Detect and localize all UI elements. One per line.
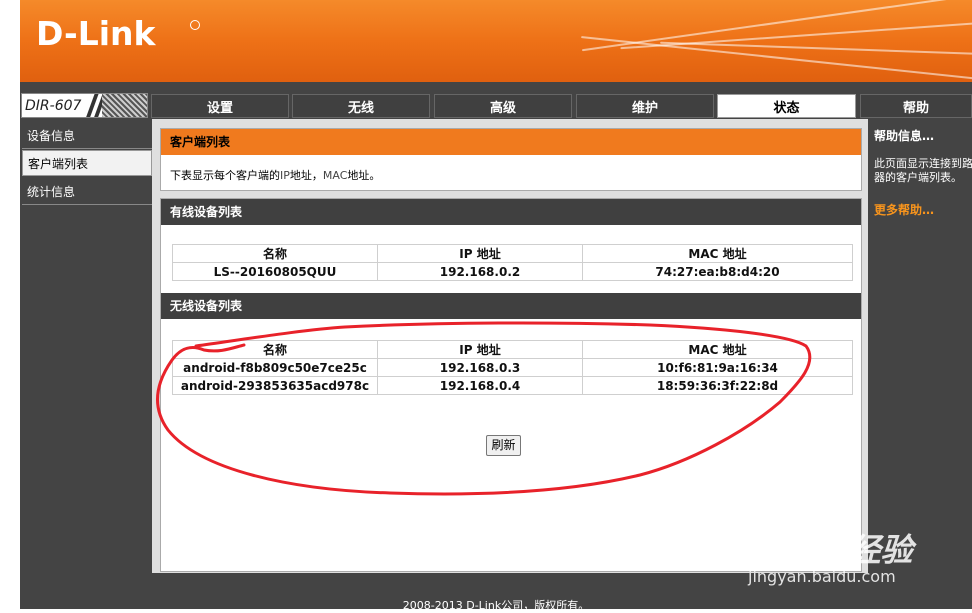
tab-status[interactable]: 状态 [717,94,856,118]
column-header-ip: IP 地址 [377,340,583,359]
help-sidebar: 帮助信息… 此页面显示连接到路由器的客户端列表。 更多帮助… [868,119,972,573]
tab-help[interactable]: 帮助 [860,94,972,118]
device-mac: 18:59:36:3f:22:8d [582,376,853,395]
sidebar-item-statistics[interactable]: 统计信息 [22,179,152,205]
device-ip: 192.168.0.4 [377,376,583,395]
help-text: 此页面显示连接到路由器的客户端列表。 [874,157,972,184]
section-title: 客户端列表 [161,129,861,155]
sidebar-item-device-info[interactable]: 设备信息 [22,123,152,149]
column-header-name: 名称 [172,244,378,263]
dlink-logo: D-Link [36,14,156,53]
wired-list-title: 有线设备列表 [161,199,861,225]
device-ip: 192.168.0.2 [377,262,583,281]
model-badge: DIR-607 [21,93,148,118]
table-row: LS--20160805QUU 192.168.0.2 74:27:ea:b8:… [172,262,853,281]
table-row: android-293853635acd978c 192.168.0.4 18:… [172,376,853,395]
column-header-name: 名称 [172,340,378,359]
more-help-link[interactable]: 更多帮助… [874,201,934,218]
table-header-row: 名称 IP 地址 MAC 地址 [172,244,853,263]
wireless-device-table: 名称 IP 地址 MAC 地址 android-f8b809c50e7ce25c… [172,340,853,395]
device-mac: 74:27:ea:b8:d4:20 [582,262,853,281]
wired-device-table: 名称 IP 地址 MAC 地址 LS--20160805QUU 192.168.… [172,244,853,281]
section-description: 下表显示每个客户端的IP地址，MAC地址。 [170,169,381,182]
hatch-decoration-icon [102,94,147,117]
table-row: android-f8b809c50e7ce25c 192.168.0.3 10:… [172,358,853,377]
footer: 2008-2013 D-Link公司，版权所有。 [20,573,972,612]
device-mac: 10:f6:81:9a:16:34 [582,358,853,377]
header-banner: D-Link [20,0,972,82]
model-name: DIR-607 [25,98,82,114]
device-name: android-f8b809c50e7ce25c [172,358,378,377]
copyright-text: 2008-2013 D-Link公司，版权所有。 [402,599,590,612]
sidebar-item-client-list[interactable]: 客户端列表 [22,150,152,176]
tab-wireless[interactable]: 无线 [292,94,430,118]
column-header-mac: MAC 地址 [582,340,853,359]
tab-advanced[interactable]: 高级 [434,94,572,118]
device-name: android-293853635acd978c [172,376,378,395]
help-title: 帮助信息… [874,129,935,143]
column-header-mac: MAC 地址 [582,244,853,263]
tab-maintenance[interactable]: 维护 [576,94,714,118]
header-divider [20,82,972,93]
column-header-ip: IP 地址 [377,244,583,263]
device-lists-panel: 有线设备列表 名称 IP 地址 MAC 地址 LS--20160805QUU 1… [160,198,862,572]
registered-mark-icon [190,20,200,30]
wireless-list-title: 无线设备列表 [161,293,861,319]
table-header-row: 名称 IP 地址 MAC 地址 [172,340,853,359]
refresh-button[interactable]: 刷新 [486,435,521,456]
device-ip: 192.168.0.3 [377,358,583,377]
tab-setup[interactable]: 设置 [151,94,289,118]
device-name: LS--20160805QUU [172,262,378,281]
client-list-intro-panel: 客户端列表 下表显示每个客户端的IP地址，MAC地址。 [160,128,862,191]
